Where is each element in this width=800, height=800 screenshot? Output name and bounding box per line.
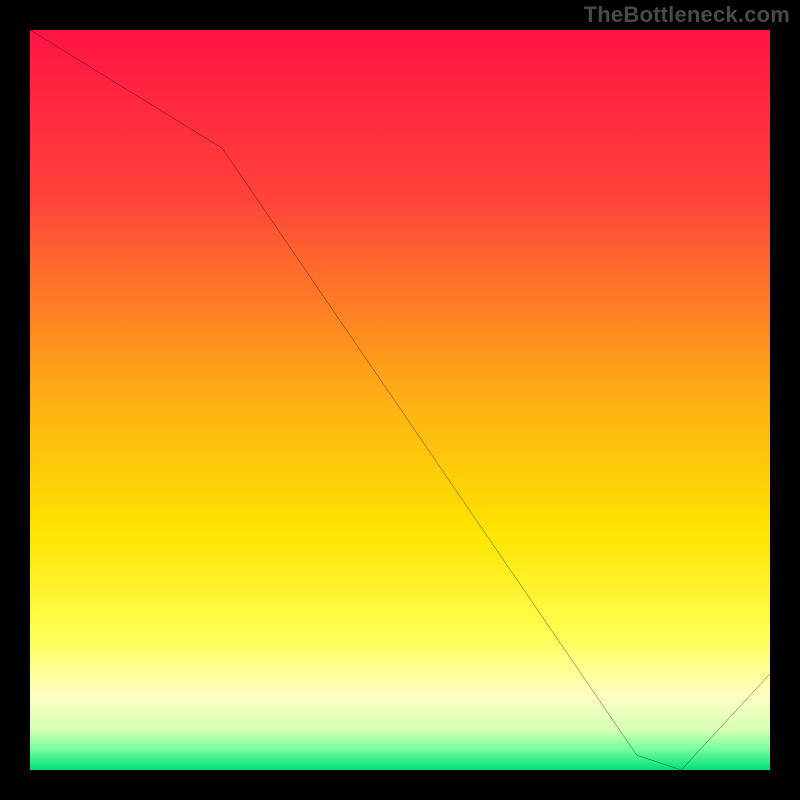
watermark-text: TheBottleneck.com [584, 2, 790, 28]
chart-frame: TheBottleneck.com [0, 0, 800, 800]
gradient-rect [30, 30, 770, 770]
plot-area [30, 30, 770, 770]
chart-svg [30, 30, 770, 770]
